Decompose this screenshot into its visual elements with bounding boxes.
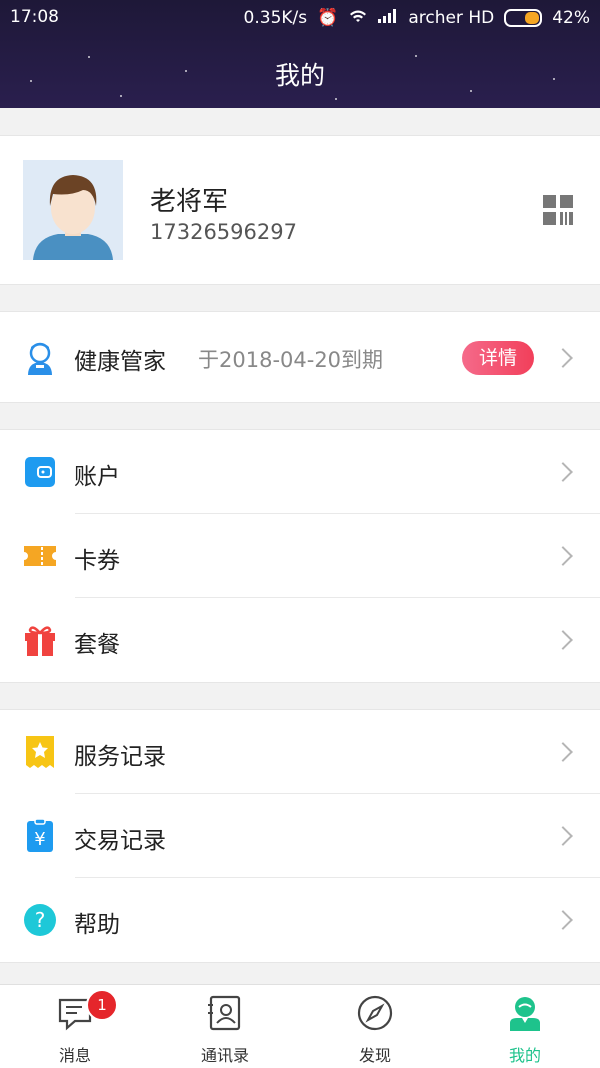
menu-item-package[interactable]: 套餐 <box>0 598 600 682</box>
header: 17:08 0.35K/s ⏰ archer HD 42% 我的 <box>0 0 600 108</box>
tab-contacts[interactable]: 通讯录 <box>150 985 300 1068</box>
page-title: 我的 <box>274 61 325 90</box>
chevron-right-icon <box>553 910 573 930</box>
chevron-right-icon <box>553 826 573 846</box>
signal-icon <box>378 8 398 28</box>
menu-label: 套餐 <box>74 632 120 658</box>
compass-icon <box>357 995 393 1031</box>
menu-group-records: 服务记录 ¥ 交易记录 ? 帮助 <box>0 709 600 963</box>
health-label: 健康管家 <box>74 349 166 375</box>
status-bar: 17:08 0.35K/s ⏰ archer HD 42% <box>0 0 600 34</box>
user-phone: 17326596297 <box>150 220 297 244</box>
star-receipt-icon <box>22 734 58 770</box>
battery-icon <box>504 8 543 27</box>
ticket-icon <box>22 538 58 574</box>
help-icon: ? <box>22 902 58 938</box>
health-expiry: 于2018-04-20到期 <box>198 348 384 372</box>
health-manager-row[interactable]: 健康管家 于2018-04-20到期 详情 <box>0 311 600 403</box>
profile-card[interactable]: 老将军 17326596297 <box>0 135 600 285</box>
chevron-right-icon <box>553 546 573 566</box>
tab-label: 通讯录 <box>200 1046 249 1065</box>
detail-button[interactable]: 详情 <box>462 341 534 375</box>
avatar[interactable] <box>23 160 123 260</box>
chevron-right-icon <box>553 630 573 650</box>
menu-item-transaction-records[interactable]: ¥ 交易记录 <box>0 794 600 878</box>
unread-badge: 1 <box>86 989 118 1021</box>
alarm-icon: ⏰ <box>317 7 339 28</box>
tab-label: 我的 <box>508 1046 541 1065</box>
menu-label: 帮助 <box>74 912 120 938</box>
menu-item-coupons[interactable]: 卡券 <box>0 514 600 598</box>
chevron-right-icon <box>553 462 573 482</box>
tab-messages[interactable]: 1 消息 <box>0 985 150 1068</box>
menu-item-help[interactable]: ? 帮助 <box>0 878 600 962</box>
user-name: 老将军 <box>150 187 229 217</box>
wifi-icon <box>348 7 368 28</box>
gift-icon <box>22 622 58 658</box>
tab-bar: 1 消息 通讯录 发现 我的 <box>0 984 600 1068</box>
chevron-right-icon <box>553 742 573 762</box>
qr-code-icon[interactable] <box>542 194 574 226</box>
svg-text:¥: ¥ <box>34 829 45 850</box>
tab-discover[interactable]: 发现 <box>300 985 450 1068</box>
tab-profile[interactable]: 我的 <box>450 985 600 1068</box>
contacts-icon <box>207 995 243 1031</box>
menu-item-service-records[interactable]: 服务记录 <box>0 710 600 794</box>
menu-label: 卡券 <box>74 548 120 574</box>
carrier-name: archer HD <box>408 7 495 28</box>
wallet-icon <box>22 454 58 490</box>
menu-group-wallet: 账户 卡券 套餐 <box>0 429 600 683</box>
battery-percent: 42% <box>552 7 590 28</box>
tab-label: 发现 <box>358 1046 391 1065</box>
menu-label: 交易记录 <box>74 828 166 854</box>
tab-label: 消息 <box>58 1046 91 1065</box>
menu-label: 账户 <box>74 464 120 490</box>
menu-item-account[interactable]: 账户 <box>0 430 600 514</box>
profile-icon <box>507 995 543 1031</box>
svg-text:?: ? <box>35 908 46 932</box>
yen-receipt-icon: ¥ <box>22 818 58 854</box>
menu-label: 服务记录 <box>74 744 166 770</box>
network-speed: 0.35K/s <box>243 7 308 28</box>
chevron-right-icon <box>553 348 573 368</box>
nurse-icon <box>22 339 58 375</box>
status-time: 17:08 <box>10 7 59 27</box>
